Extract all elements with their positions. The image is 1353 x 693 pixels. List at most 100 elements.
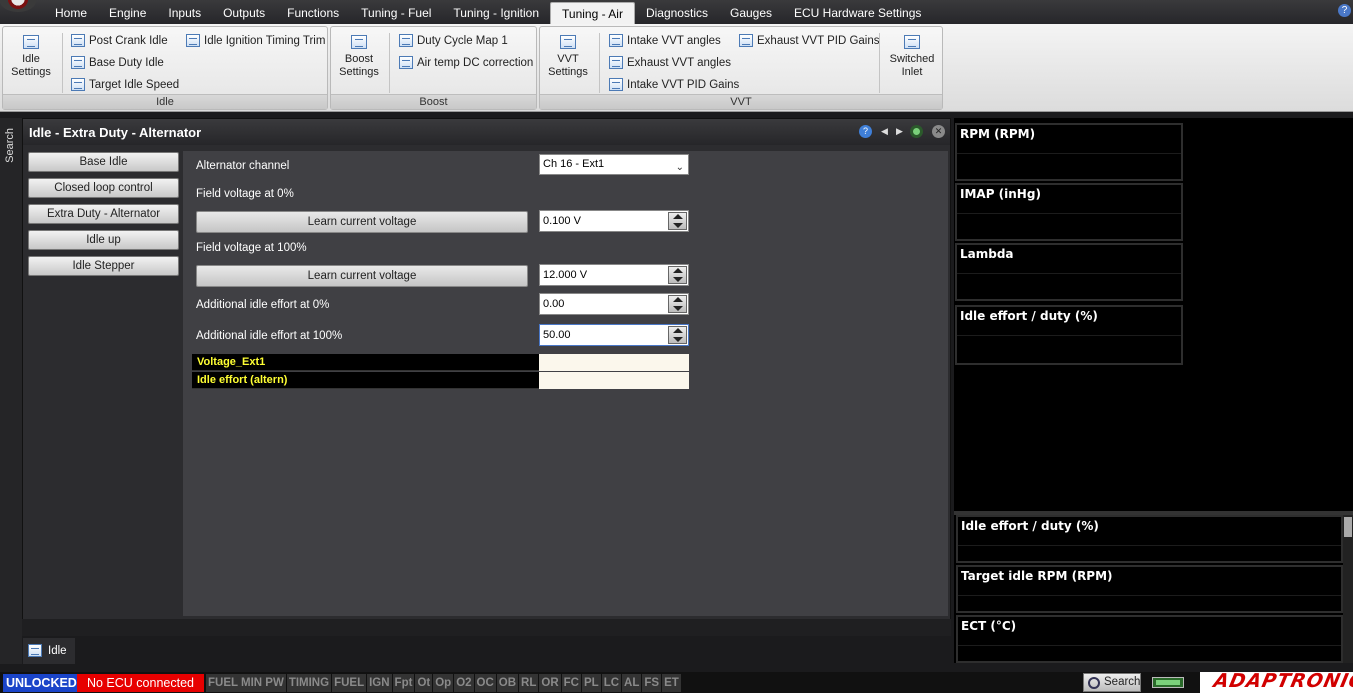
status-flag: PL <box>581 674 601 692</box>
intake-vvt-angles-label: Intake VVT angles <box>627 35 721 47</box>
spinner-arrows-icon[interactable] <box>668 326 687 344</box>
output-row-voltage: Voltage_Ext1 <box>192 354 689 371</box>
gauge-scrollbar[interactable] <box>1343 515 1353 663</box>
tab-tuning-air[interactable]: Tuning - Air <box>550 2 635 24</box>
gauge-imap[interactable]: IMAP (inHg) <box>955 183 1183 241</box>
table-icon <box>399 34 413 47</box>
idle-ignition-timing-trim-button[interactable]: Idle Ignition Timing Trim <box>186 33 325 49</box>
help-icon[interactable]: ? <box>859 125 872 138</box>
search-button[interactable]: Search <box>1083 673 1141 692</box>
air-temp-dc-correction-button[interactable]: Air temp DC correction <box>399 55 533 71</box>
output-row-idle-effort: Idle effort (altern) <box>192 372 689 389</box>
panel-title: Idle - Extra Duty - Alternator <box>29 125 202 140</box>
lock-status-badge[interactable]: UNLOCKED <box>3 674 80 692</box>
table-icon <box>904 35 920 49</box>
help-icon[interactable]: ? <box>1338 4 1351 17</box>
table-icon <box>609 56 623 69</box>
idle-effort-100-input[interactable]: 50.00 <box>539 324 689 346</box>
tab-outputs[interactable]: Outputs <box>212 2 276 24</box>
field-voltage-100-input[interactable]: 12.000 V <box>539 264 689 286</box>
tab-functions[interactable]: Functions <box>276 2 350 24</box>
app-logo[interactable] <box>0 0 36 12</box>
boost-settings-button[interactable]: Boost Settings <box>335 35 383 79</box>
brand-logo: ADAPTRONIC <box>1200 672 1353 693</box>
forward-arrow-icon[interactable]: ▶ <box>893 125 906 138</box>
learn-voltage-100-button[interactable]: Learn current voltage <box>196 265 528 287</box>
air-temp-dc-correction-label: Air temp DC correction <box>417 57 534 69</box>
idle-settings-label: Idle Settings <box>11 53 51 78</box>
panel-header: Idle - Extra Duty - Alternator ? ◀ ▶ ✕ <box>23 119 950 145</box>
spinner-arrows-icon[interactable] <box>668 212 687 230</box>
tab-ecu-hardware-settings[interactable]: ECU Hardware Settings <box>783 2 932 24</box>
duty-cycle-map-button[interactable]: Duty Cycle Map 1 <box>399 33 508 49</box>
alternator-channel-select[interactable]: Ch 16 - Ext1 ⌄ <box>539 154 689 175</box>
intake-vvt-pid-gains-button[interactable]: Intake VVT PID Gains <box>609 77 739 93</box>
vvt-settings-button[interactable]: VVT Settings <box>544 35 592 79</box>
target-idle-speed-button[interactable]: Target Idle Speed <box>71 77 179 93</box>
tab-inputs[interactable]: Inputs <box>157 2 212 24</box>
gauge-title: RPM (RPM) <box>960 127 1036 141</box>
exhaust-vvt-pid-gains-button[interactable]: Exhaust VVT PID Gains <box>739 33 880 49</box>
idle-effort-0-input[interactable]: 0.00 <box>539 293 689 315</box>
idle-ignition-timing-trim-label: Idle Ignition Timing Trim <box>204 35 326 47</box>
status-flags: FUEL MIN PW TIMING FUEL IGN Fpt Ot Op O2… <box>206 674 682 692</box>
status-flag: O2 <box>454 674 474 692</box>
spinner-arrows-icon[interactable] <box>668 295 687 313</box>
duty-cycle-map-label: Duty Cycle Map 1 <box>417 35 508 47</box>
nav-base-idle[interactable]: Base Idle <box>28 152 179 172</box>
gauge-rpm[interactable]: RPM (RPM) <box>955 123 1183 181</box>
field-voltage-0-value: 0.100 V <box>543 215 581 227</box>
nav-idle-stepper[interactable]: Idle Stepper <box>28 256 179 276</box>
status-flag: FS <box>642 674 662 692</box>
table-icon <box>71 34 85 47</box>
list-icon <box>739 34 753 47</box>
ecu-connection-status: No ECU connected <box>77 674 204 692</box>
gauge-icon[interactable] <box>910 125 923 138</box>
search-sidebar[interactable] <box>0 118 22 664</box>
tab-engine[interactable]: Engine <box>98 2 157 24</box>
divider <box>958 595 1341 596</box>
gauge-idle-effort-bottom[interactable]: Idle effort / duty (%) <box>956 515 1343 563</box>
gauge-ect[interactable]: ECT (°C) <box>956 615 1343 663</box>
spinner-arrows-icon[interactable] <box>668 266 687 284</box>
exhaust-vvt-angles-button[interactable]: Exhaust VVT angles <box>609 55 731 71</box>
learn-voltage-0-button[interactable]: Learn current voltage <box>196 211 528 233</box>
tab-home[interactable]: Home <box>44 2 98 24</box>
chevron-down-icon: ⌄ <box>675 162 684 173</box>
intake-vvt-angles-button[interactable]: Intake VVT angles <box>609 33 721 49</box>
table-icon <box>351 35 367 49</box>
tab-tuning-ignition[interactable]: Tuning - Ignition <box>442 2 550 24</box>
nav-extra-duty-alternator[interactable]: Extra Duty - Alternator <box>28 204 179 224</box>
switched-inlet-label: Switched Inlet <box>889 53 935 78</box>
alternator-channel-label: Alternator channel <box>196 160 290 172</box>
bottom-tab-idle[interactable]: Idle <box>23 638 75 664</box>
gauge-target-idle-rpm[interactable]: Target idle RPM (RPM) <box>956 565 1343 613</box>
switched-inlet-button[interactable]: Switched Inlet <box>886 35 938 79</box>
tab-tuning-fuel[interactable]: Tuning - Fuel <box>350 2 442 24</box>
gauge-title: Target idle RPM (RPM) <box>961 569 1113 583</box>
divider <box>389 33 390 93</box>
close-icon[interactable]: ✕ <box>932 125 945 138</box>
target-idle-speed-label: Target Idle Speed <box>89 79 180 91</box>
divider <box>62 33 63 93</box>
post-crank-idle-button[interactable]: Post Crank Idle <box>71 33 168 49</box>
idle-settings-button[interactable]: Idle Settings <box>7 35 55 79</box>
output-name: Voltage_Ext1 <box>197 356 266 368</box>
gauge-idle-effort[interactable]: Idle effort / duty (%) <box>955 305 1183 365</box>
gauge-title: Idle effort / duty (%) <box>961 519 1099 533</box>
settings-panel: Idle - Extra Duty - Alternator ? ◀ ▶ ✕ B… <box>22 118 951 636</box>
tab-diagnostics[interactable]: Diagnostics <box>635 2 719 24</box>
field-voltage-0-input[interactable]: 0.100 V <box>539 210 689 232</box>
back-arrow-icon[interactable]: ◀ <box>878 125 891 138</box>
ribbon: Idle Settings Post Crank Idle Base Duty … <box>0 24 1353 112</box>
ribbon-group-idle: Idle Settings Post Crank Idle Base Duty … <box>2 26 328 110</box>
nav-idle-up[interactable]: Idle up <box>28 230 179 250</box>
status-flag: RL <box>519 674 539 692</box>
base-duty-idle-button[interactable]: Base Duty Idle <box>71 55 164 71</box>
gauge-lambda[interactable]: Lambda <box>955 243 1183 301</box>
nav-closed-loop-control[interactable]: Closed loop control <box>28 178 179 198</box>
status-flag: TIMING <box>286 674 332 692</box>
divider <box>958 545 1341 546</box>
search-sidebar-label[interactable]: Search <box>4 128 16 163</box>
tab-gauges[interactable]: Gauges <box>719 2 783 24</box>
